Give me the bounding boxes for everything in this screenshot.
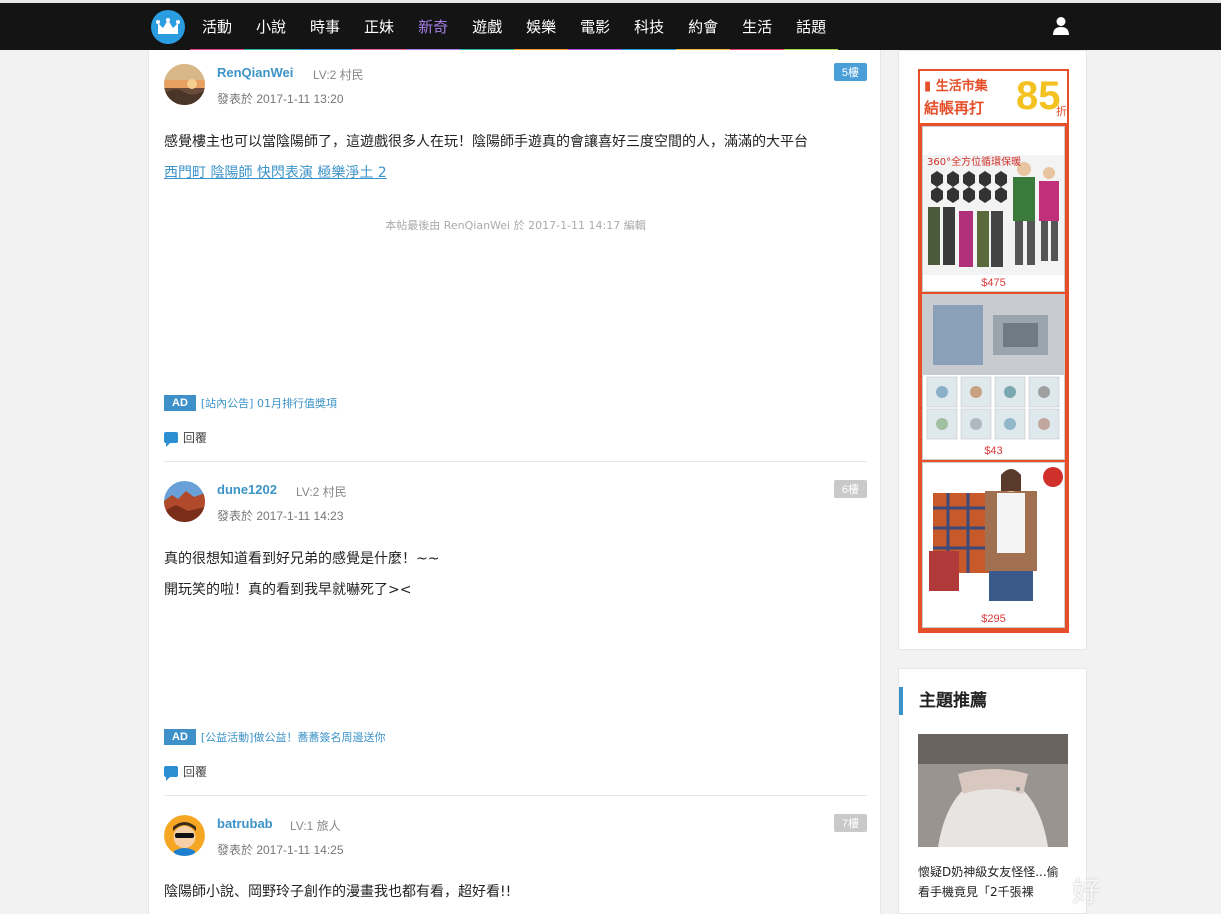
sidebar-ad-panel: ▮ 生活市集 結帳再打 85 折 360°全方位循環保暖 $475 $43 $2… [898,50,1087,650]
nav-label: 話題 [796,18,827,36]
ad-brand: ▮ 生活市集 [924,79,988,94]
product-price: $295 [981,613,1006,625]
username-link[interactable]: dune1202 [217,482,277,497]
post-text: 真的很想知道看到好兄弟的感覺是什麼！~~ [164,551,440,567]
username-link[interactable]: RenQianWei [217,65,293,80]
ad-discount-suffix: 折 [1056,105,1067,118]
ad-product-card[interactable]: $295 [922,462,1065,628]
recommend-title: 主題推薦 [899,687,987,715]
site-logo-icon[interactable] [151,9,185,44]
nav-label: 科技 [634,18,665,36]
reply-button[interactable]: 回覆 [164,763,208,781]
username-link[interactable]: batrubab [217,816,273,831]
nav-label: 娛樂 [526,18,557,36]
product-price: $475 [981,277,1006,289]
nav-label: 小說 [256,18,287,36]
post-text: 陰陽師小說、岡野玲子創作的漫畫我也都有看，超好看!! [164,884,512,900]
nav-item-topics[interactable]: 話題 [784,3,839,52]
nav-label: 生活 [742,18,773,36]
product-price: $43 [984,445,1003,457]
nav-label: 約會 [688,18,719,36]
ad-badge: AD [164,729,196,745]
avatar-cartoon-image [164,815,205,856]
recommend-photo [918,734,1068,847]
crown-icon [156,17,180,34]
ad-product-caption: 360°全方位循環保暖 [927,155,1021,168]
product-image-plaid-shirts [923,463,1064,611]
product-image-jackets: 360°全方位循環保暖 [923,127,1064,275]
floor-badge[interactable]: 6樓 [833,480,867,498]
post-divider [164,795,867,796]
post: batrubab LV:1 旅人 發表於 2017-1-11 14:25 7樓 … [164,801,867,914]
nav-item-beauty[interactable]: 正妹 [352,3,407,52]
post-link[interactable]: 西門町 陰陽師 快閃表演 極樂淨土 2 [164,162,387,182]
nav-menu: 活動 小說 時事 正妹 新奇 遊戲 娛樂 電影 科技 約會 生活 話題 [151,3,839,52]
ad-badge: AD [164,395,196,411]
nav-label: 電影 [580,18,611,36]
user-level: LV:2 村民 [313,68,364,82]
nav-item-news[interactable]: 時事 [298,3,353,52]
ad-headline: 結帳再打 [924,99,985,117]
post-list: RenQianWei LV:2 村民 發表於 2017-1-11 13:20 5… [148,50,881,914]
ad-header: ▮ 生活市集 結帳再打 85 折 [920,71,1067,123]
nav-item-life[interactable]: 生活 [730,3,785,52]
post-date: 發表於 2017-1-11 14:23 [217,509,344,523]
avatar-canyon-image [164,481,205,522]
nav-label: 遊戲 [472,18,503,36]
product-image-sink-stickers [923,295,1064,443]
post-divider [164,461,867,462]
recommend-article-link[interactable]: 懷疑D奶神級女友怪怪...偷看手機竟見「2千張裸 [918,862,1068,902]
ad-row: AD [站內公告] 01月排行值獎項 [164,395,337,411]
ad-row: AD [公益活動]做公益！蕎蕎簽名周邊送你 [164,729,385,745]
edited-note: 本帖最後由 RenQianWei 於 2017-1-11 14:17 編輯 [385,219,646,232]
user-icon[interactable] [1052,16,1070,36]
ad-link[interactable]: [公益活動]做公益！蕎蕎簽名周邊送你 [201,729,386,745]
post: RenQianWei LV:2 村民 發表於 2017-1-11 13:20 5… [164,50,867,460]
ad-product-card[interactable]: $43 [922,294,1065,460]
comment-icon [164,432,178,447]
nav-item-dating[interactable]: 約會 [676,3,731,52]
nav-item-novel[interactable]: 小說 [244,3,299,52]
post-text: 感覺樓主也可以當陰陽師了，這遊戲很多人在玩！陰陽師手遊真的會讓喜好三度空間的人，… [164,134,808,150]
avatar-sunset-image [164,64,205,105]
shopping-ad-banner[interactable]: ▮ 生活市集 結帳再打 85 折 360°全方位循環保暖 $475 $43 $2… [918,69,1069,633]
nav-item-games[interactable]: 遊戲 [460,3,515,52]
avatar[interactable] [164,64,205,105]
nav-label: 正妹 [364,18,395,36]
reply-label: 回覆 [183,431,208,445]
user-level: LV:2 村民 [296,485,347,499]
post-text: 開玩笑的啦！真的看到我早就嚇死了>< [164,582,412,598]
reply-button[interactable]: 回覆 [164,429,208,447]
top-navbar: 活動 小說 時事 正妹 新奇 遊戲 娛樂 電影 科技 約會 生活 話題 [0,0,1221,52]
post-date: 發表於 2017-1-11 13:20 [217,92,344,106]
ad-product-card[interactable]: 360°全方位循環保暖 $475 [922,126,1065,292]
user-level: LV:1 旅人 [290,819,341,833]
nav-item-activity[interactable]: 活動 [190,3,245,52]
ad-link[interactable]: [站內公告] 01月排行值獎項 [201,395,337,411]
recommend-panel: 主題推薦 懷疑D奶神級女友怪怪...偷看手機竟見「2千張裸 [898,668,1087,914]
floor-badge[interactable]: 7樓 [833,814,867,832]
nav-item-tech[interactable]: 科技 [622,3,677,52]
post-date: 發表於 2017-1-11 14:25 [217,843,344,857]
nav-item-entertainment[interactable]: 娛樂 [514,3,569,52]
nav-label: 時事 [310,18,341,36]
comment-icon [164,766,178,781]
watermark-logo: 好 [1072,875,1101,908]
post: dune1202 LV:2 村民 發表於 2017-1-11 14:23 6樓 … [164,467,867,795]
avatar[interactable] [164,815,205,856]
nav-item-novelty[interactable]: 新奇 [406,3,461,52]
ad-discount: 85 [1016,74,1061,118]
ad-brand-text: 生活市集 [935,79,988,94]
floor-badge[interactable]: 5樓 [833,63,867,81]
recommend-thumbnail[interactable] [918,734,1068,847]
nav-item-movies[interactable]: 電影 [568,3,623,52]
avatar[interactable] [164,481,205,522]
nav-label: 新奇 [418,18,449,36]
reply-label: 回覆 [183,765,208,779]
nav-label: 活動 [202,18,233,36]
